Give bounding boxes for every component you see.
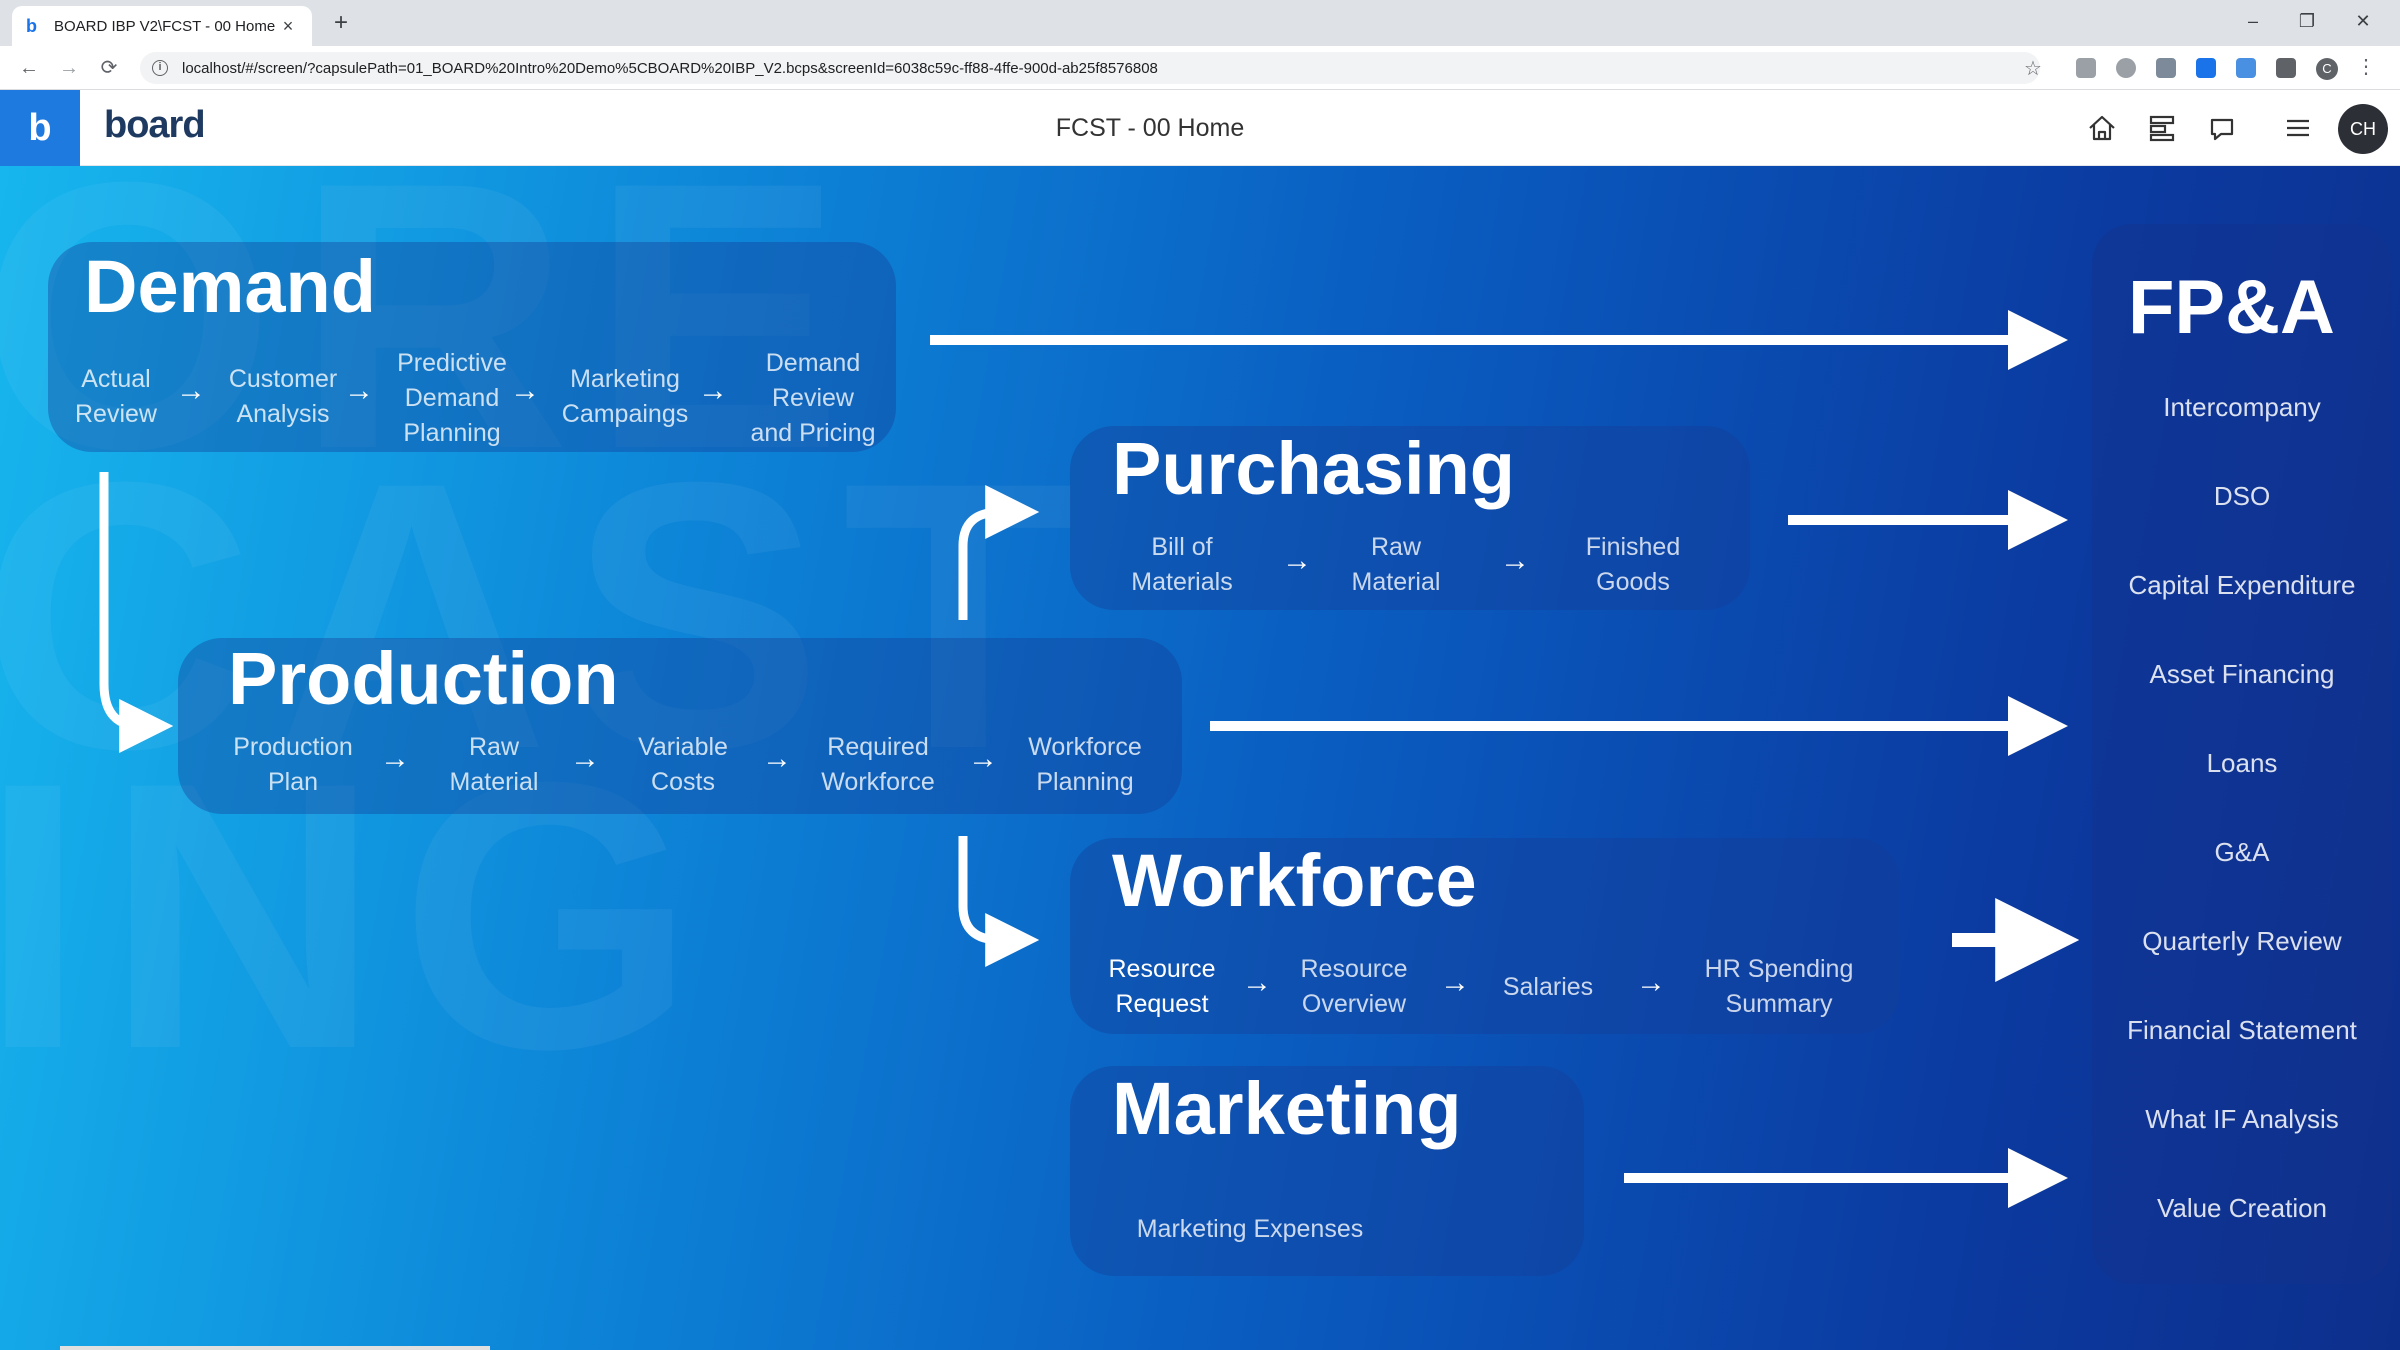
production-card[interactable]: Production Production Plan → Raw Materia… xyxy=(178,637,1182,814)
demand-step-customer-analysis[interactable]: Customer Analysis xyxy=(208,362,358,432)
arrow-icon: → xyxy=(698,374,728,407)
workforce-card[interactable]: Workforce Resource Request → Resource Ov… xyxy=(1070,838,1900,1034)
tab-close-icon[interactable]: × xyxy=(278,16,298,37)
fpa-item-dso[interactable]: DSO xyxy=(2092,481,2392,512)
fpa-panel: FP&A Intercompany DSO Capital Expenditur… xyxy=(2092,224,2392,1284)
arrow-icon: → xyxy=(1636,966,1666,999)
browser-address-bar: ← → ⟳ i localhost/#/screen/?capsulePath=… xyxy=(0,46,2400,90)
arrow-icon: → xyxy=(1242,966,1272,999)
board-favicon-icon: b xyxy=(26,16,37,36)
url-text: localhost/#/screen/?capsulePath=01_BOARD… xyxy=(182,59,1158,77)
site-info-icon[interactable]: i xyxy=(152,60,168,76)
arrow-icon: → xyxy=(1440,966,1470,999)
tab-title: BOARD IBP V2\FCST - 00 Home xyxy=(54,17,276,35)
demand-step-predictive-demand-planning[interactable]: Predictive Demand Planning xyxy=(372,346,532,451)
user-avatar[interactable]: CH xyxy=(2338,104,2388,154)
extension-icon[interactable] xyxy=(2196,58,2216,78)
demand-to-production-arrow xyxy=(99,472,174,753)
fpa-title: FP&A xyxy=(2128,265,2335,350)
demand-step-marketing-campaings[interactable]: Marketing Campaings xyxy=(540,362,710,432)
fpa-item-what-if-analysis[interactable]: What IF Analysis xyxy=(2092,1104,2392,1135)
demand-step-demand-review-pricing[interactable]: Demand Review and Pricing xyxy=(728,346,898,451)
purchasing-step-raw-material[interactable]: Raw Material xyxy=(1326,530,1466,600)
workforce-step-resource-request[interactable]: Resource Request xyxy=(1092,952,1232,1022)
page-title: FCST - 00 Home xyxy=(1055,114,1245,142)
fpa-item-capital-expenditure[interactable]: Capital Expenditure xyxy=(2092,570,2392,601)
fpa-item-g-and-a[interactable]: G&A xyxy=(2092,837,2392,868)
bottom-scrollbar[interactable] xyxy=(60,1346,490,1350)
production-title: Production xyxy=(228,637,619,720)
chat-icon[interactable] xyxy=(2202,108,2242,148)
arrow-icon: → xyxy=(762,742,792,775)
workforce-step-hr-spending-summary[interactable]: HR Spending Summary xyxy=(1684,952,1874,1022)
restore-icon[interactable]: ❐ xyxy=(2284,6,2330,36)
url-input[interactable]: i localhost/#/screen/?capsulePath=01_BOA… xyxy=(140,52,2040,84)
browser-tab[interactable]: b BOARD IBP V2\FCST - 00 Home × xyxy=(12,6,312,46)
workforce-step-resource-overview[interactable]: Resource Overview xyxy=(1284,952,1424,1022)
demand-step-actual-review[interactable]: Actual Review xyxy=(48,362,184,432)
browser-menu-icon[interactable]: ⋮ xyxy=(2356,54,2376,79)
arrow-icon: → xyxy=(380,742,410,775)
arrow-icon: → xyxy=(968,742,998,775)
arrow-icon: → xyxy=(344,374,374,407)
browser-profile-avatar[interactable]: C xyxy=(2316,58,2338,80)
extension-icon[interactable] xyxy=(2076,58,2096,78)
production-step-required-workforce[interactable]: Required Workforce xyxy=(798,730,958,800)
workforce-title: Workforce xyxy=(1112,839,1477,922)
fpa-item-asset-financing[interactable]: Asset Financing xyxy=(2092,659,2392,690)
demand-title: Demand xyxy=(84,245,376,328)
layout-icon[interactable] xyxy=(2142,108,2182,148)
forward-icon[interactable]: → xyxy=(54,53,84,83)
board-logo: board xyxy=(104,104,206,147)
production-step-raw-material[interactable]: Raw Material xyxy=(424,730,564,800)
production-step-workforce-planning[interactable]: Workforce Planning xyxy=(1002,730,1168,800)
marketing-card[interactable]: Marketing Marketing Expenses xyxy=(1070,1066,1584,1276)
fpa-item-intercompany[interactable]: Intercompany xyxy=(2092,392,2392,423)
board-menu-button[interactable]: b xyxy=(0,90,80,166)
minimize-icon[interactable]: – xyxy=(2230,6,2276,36)
workforce-step-salaries[interactable]: Salaries xyxy=(1478,970,1618,1005)
window-close-icon[interactable]: ✕ xyxy=(2340,6,2386,36)
forecast-home-canvas: ORE CAST ING Demand Actual Review → Cust… xyxy=(0,166,2400,1350)
purchasing-title: Purchasing xyxy=(1112,427,1515,510)
arrow-icon: → xyxy=(1282,544,1312,577)
production-to-purchasing-arrow xyxy=(958,485,1040,620)
extension-icon[interactable] xyxy=(2156,58,2176,78)
reload-icon[interactable]: ⟳ xyxy=(94,53,124,83)
purchasing-step-bill-of-materials[interactable]: Bill of Materials xyxy=(1102,530,1262,600)
extension-icon[interactable] xyxy=(2236,58,2256,78)
production-to-workforce-arrow xyxy=(958,836,1040,967)
marketing-title: Marketing xyxy=(1112,1067,1462,1150)
purchasing-card[interactable]: Purchasing Bill of Materials → Raw Mater… xyxy=(1070,426,1750,610)
arrow-icon: → xyxy=(176,374,206,407)
puzzle-extensions-icon[interactable] xyxy=(2276,58,2296,78)
home-icon[interactable] xyxy=(2082,108,2122,148)
arrow-icon: → xyxy=(510,374,540,407)
hamburger-menu-icon[interactable] xyxy=(2278,108,2318,148)
logo-text: board xyxy=(104,104,206,146)
demand-card[interactable]: Demand Actual Review → Customer Analysis… xyxy=(48,242,896,452)
marketing-step-marketing-expenses[interactable]: Marketing Expenses xyxy=(1100,1212,1400,1247)
purchasing-step-finished-goods[interactable]: Finished Goods xyxy=(1550,530,1716,600)
fpa-item-loans[interactable]: Loans xyxy=(2092,748,2392,779)
app-header: b board FCST - 00 Home CH xyxy=(0,90,2400,166)
production-step-variable-costs[interactable]: Variable Costs xyxy=(608,730,758,800)
fpa-item-value-creation[interactable]: Value Creation xyxy=(2092,1193,2392,1224)
arrow-icon: → xyxy=(1500,544,1530,577)
bookmark-star-icon[interactable]: ☆ xyxy=(2024,56,2042,81)
back-icon[interactable]: ← xyxy=(14,53,44,83)
fpa-item-financial-statement[interactable]: Financial Statement xyxy=(2092,1015,2392,1046)
browser-tab-bar: b BOARD IBP V2\FCST - 00 Home × + – ❐ ✕ xyxy=(0,0,2400,46)
arrow-icon: → xyxy=(570,742,600,775)
extension-icon[interactable] xyxy=(2116,58,2136,78)
fpa-item-quarterly-review[interactable]: Quarterly Review xyxy=(2092,926,2392,957)
production-step-production-plan[interactable]: Production Plan xyxy=(208,730,378,800)
new-tab-button[interactable]: + xyxy=(326,8,356,38)
